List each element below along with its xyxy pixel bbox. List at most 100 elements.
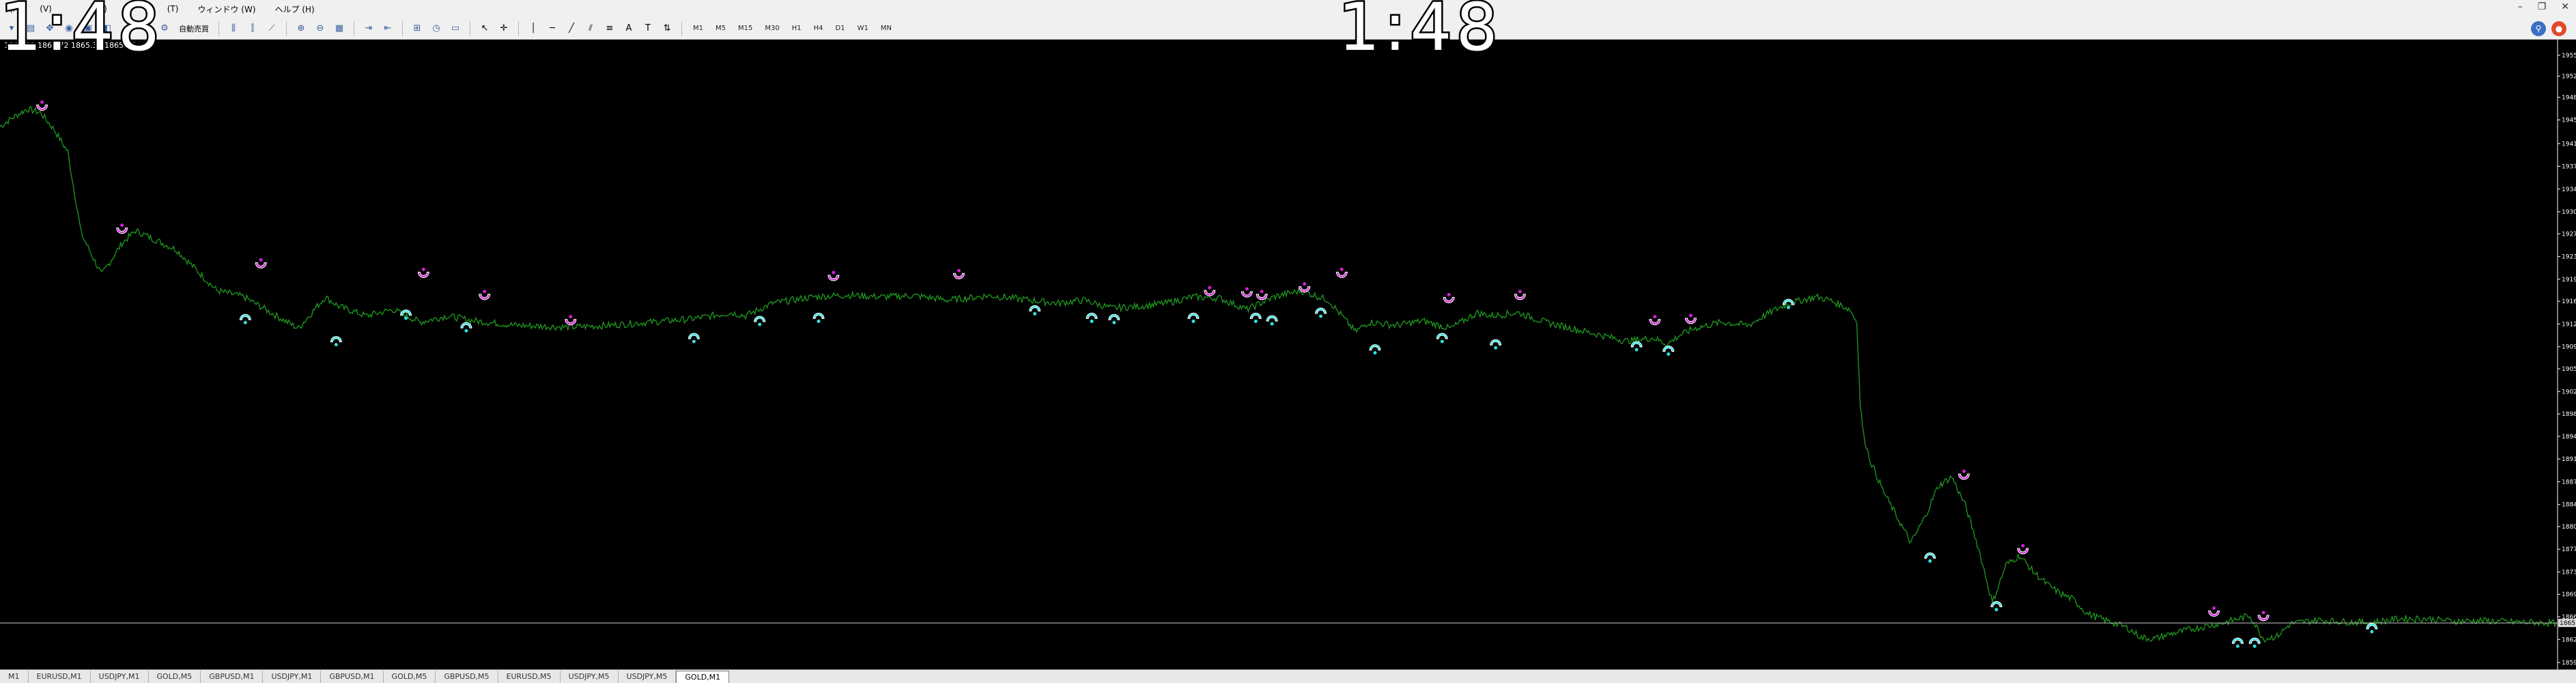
chart-tabs: M1 EURUSD,M1 USDJPY,M1 GOLD,M5 GBPUSD,M1 USDJ…	[0, 669, 2576, 683]
buy-signal-marker	[1662, 346, 1675, 356]
sell-signal-marker	[1684, 313, 1697, 324]
chart-tab[interactable]: GBPUSD,M1	[321, 671, 384, 683]
toolbar-separator	[218, 20, 219, 36]
sell-signal-marker	[36, 100, 48, 111]
y-tick-label: 1952.00	[2562, 73, 2576, 80]
buy-signal-marker	[330, 336, 342, 347]
menu-window[interactable]: ウィンドウ (W)	[188, 3, 265, 15]
chart-tab[interactable]: GBPUSD,M1	[201, 671, 264, 683]
menu-help[interactable]: ヘルプ (H)	[266, 3, 324, 15]
zoom-out-icon[interactable]: ⊖	[313, 21, 328, 36]
price-line-series	[0, 106, 2557, 643]
period-m5[interactable]: M5	[711, 21, 730, 36]
sell-signal-marker	[417, 267, 429, 278]
toolbar-separator	[286, 20, 287, 36]
minimize-icon[interactable]: –	[2518, 1, 2523, 12]
chart-tab[interactable]: USDJPY,M1	[91, 671, 149, 683]
chart-tab[interactable]: GBPUSD,M5	[436, 671, 498, 683]
trendline-icon[interactable]: ╱	[564, 21, 579, 36]
period-mn[interactable]: MN	[877, 21, 896, 36]
clock-overlay-center: 1:48	[1337, 0, 1502, 66]
chart-tab[interactable]: EURUSD,M1	[29, 671, 91, 683]
sell-signal-marker	[255, 258, 267, 268]
y-tick-label: 1905.60	[2562, 366, 2576, 373]
notification-icon[interactable]: ●	[2551, 21, 2566, 36]
period-h1[interactable]: H1	[788, 21, 806, 36]
toolbar-separator	[518, 20, 519, 36]
auto-scroll-icon[interactable]: ⇥	[361, 21, 376, 36]
period-d1[interactable]: D1	[832, 21, 849, 36]
y-tick-label: 1884.10	[2562, 502, 2576, 509]
buy-signal-marker	[2231, 637, 2244, 648]
sell-signal-marker	[1256, 290, 1268, 301]
window-controls: – ❐ ✕	[2518, 1, 2569, 12]
y-tick-label: 1898.45	[2562, 411, 2576, 418]
y-tick-label: 1891.30	[2562, 456, 2576, 463]
y-tick-label: 1941.30	[2562, 141, 2576, 148]
sell-signal-marker	[1241, 287, 1253, 298]
auto-trade-button[interactable]: 自動売買	[176, 21, 212, 36]
period-m15[interactable]: M15	[734, 21, 756, 36]
sell-signal-marker	[565, 315, 577, 326]
search-icon[interactable]: ⚲	[2531, 21, 2546, 36]
buy-signal-marker	[1086, 313, 1098, 323]
text-icon[interactable]: A	[621, 21, 636, 36]
text-label-icon[interactable]: T	[640, 21, 655, 36]
chart-tab[interactable]: USDJPY,M1	[263, 671, 322, 683]
y-tick-label: 1937.70	[2562, 164, 2576, 171]
chart-tab[interactable]: EURUSD,M5	[498, 671, 561, 683]
sell-signal-marker	[1443, 292, 1455, 303]
sell-signal-marker	[2208, 606, 2220, 617]
chart-shift-icon[interactable]: ⇤	[380, 21, 395, 36]
toolbar-separator	[402, 20, 403, 36]
chart-area[interactable]: 1865.32 1865.72 1865.32 1865.32 1955.301…	[0, 40, 2576, 669]
buy-signal-marker	[2366, 623, 2378, 634]
y-tick-label: 1948.65	[2562, 94, 2576, 101]
periods-icon[interactable]: ◷	[429, 21, 444, 36]
sell-signal-marker	[479, 290, 491, 301]
period-m30[interactable]: M30	[761, 21, 783, 36]
period-h4[interactable]: H4	[810, 21, 827, 36]
close-icon[interactable]: ✕	[2561, 1, 2569, 12]
sell-signal-marker	[1957, 469, 1970, 480]
chart-tab[interactable]: USDJPY,M5	[619, 671, 677, 683]
period-w1[interactable]: W1	[853, 21, 873, 36]
buy-signal-marker	[1990, 601, 2002, 612]
buy-signal-marker	[1924, 553, 1936, 563]
zoom-in-icon[interactable]: ⊕	[294, 21, 309, 36]
chart-tab[interactable]: GOLD,M5	[384, 671, 436, 683]
cursor-icon[interactable]: ↖	[477, 21, 492, 36]
bar-chart-icon[interactable]: ⫼	[226, 21, 241, 36]
buy-signal-marker	[460, 322, 472, 333]
fibonacci-icon[interactable]: ≡	[602, 21, 617, 36]
toolbar: ▾ ▤ ✥ ◉ ▣ ◧ ◈ ✎ ⚙ 自動売買 ⫼ ⫿ ⟋ ⊕ ⊖ ▦ ⇥ ⇤ ⊞…	[0, 18, 2576, 40]
y-tick-label: 1927.00	[2562, 231, 2576, 238]
arrows-icon[interactable]: ⇅	[660, 21, 675, 36]
sell-signal-marker	[827, 270, 840, 281]
templates-icon[interactable]: ▭	[448, 21, 463, 36]
buy-signal-marker	[1187, 313, 1200, 323]
chart-tab[interactable]: M1	[0, 671, 29, 683]
chart-tab[interactable]: GOLD,M5	[149, 671, 201, 683]
restore-icon[interactable]: ❐	[2538, 1, 2547, 12]
equidistant-channel-icon[interactable]: ⫽	[583, 21, 598, 36]
sell-signal-marker	[1649, 315, 1661, 326]
y-tick-label: 1919.80	[2562, 277, 2576, 283]
horizontal-line-icon[interactable]: ─	[545, 21, 560, 36]
sell-signal-marker	[1299, 282, 1311, 293]
chart-tab[interactable]: GOLD,M1	[676, 671, 730, 683]
crosshair-icon[interactable]: ✛	[496, 21, 511, 36]
tile-windows-icon[interactable]: ▦	[332, 21, 347, 36]
indicators-icon[interactable]: ⊞	[410, 21, 425, 36]
y-tick-label: 1859.05	[2562, 660, 2576, 667]
y-tick-label: 1912.70	[2562, 321, 2576, 328]
chart-tab[interactable]: USDJPY,M5	[561, 671, 619, 683]
period-m1[interactable]: M1	[689, 21, 707, 36]
toolbar-right: ⚲ ●	[2531, 21, 2566, 36]
buy-signal-marker	[1436, 333, 1448, 344]
vertical-line-icon[interactable]: │	[526, 21, 541, 36]
candlestick-icon[interactable]: ⫿	[245, 21, 260, 36]
price-chart[interactable]: 1955.30 1952.00 1948.65 1945.05 1941.30 1937.…	[0, 40, 2576, 669]
line-chart-icon[interactable]: ⟋	[264, 21, 279, 36]
buy-signal-marker	[1490, 339, 1502, 350]
